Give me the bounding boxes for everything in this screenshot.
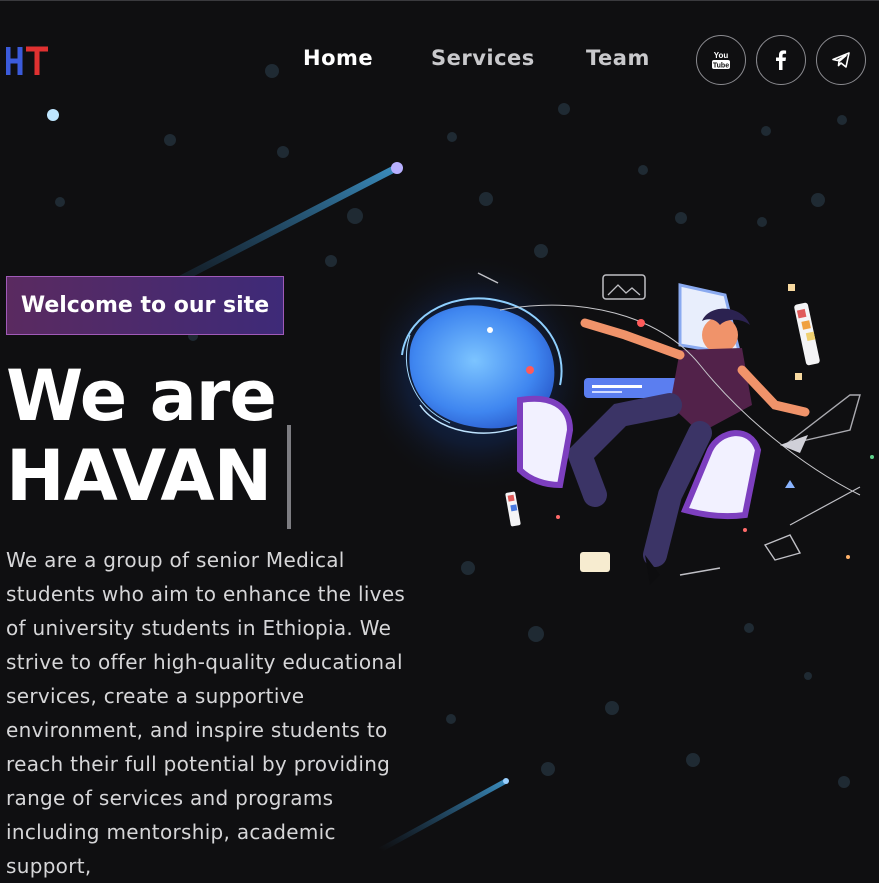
welcome-badge: Welcome to our site [6, 276, 284, 335]
typing-caret [287, 425, 291, 529]
main-nav: Home Services Team [0, 46, 879, 76]
hero-illustration [380, 255, 874, 585]
hero-description: We are a group of senior Medical student… [6, 548, 406, 878]
telegram-button[interactable] [816, 35, 866, 85]
telegram-icon [832, 52, 850, 68]
hero-title-line-1: We are [6, 355, 277, 437]
youtube-button[interactable]: You Tube [696, 35, 746, 85]
character-shirt [670, 348, 752, 433]
svg-text:Tube: Tube [713, 63, 729, 70]
hero-title-line-2: HAVAN [6, 435, 272, 517]
welcome-badge-text: Welcome to our site [20, 293, 270, 318]
youtube-icon: You Tube [712, 51, 730, 70]
facebook-button[interactable] [756, 35, 806, 85]
curved-sheet-left [517, 395, 574, 489]
image-frame-icon [602, 274, 646, 300]
hero-title: We are HAVAN [6, 356, 306, 516]
nav-services-link[interactable]: Services [431, 46, 535, 70]
nav-home-link[interactable]: Home [303, 46, 373, 70]
svg-text:You: You [714, 51, 729, 60]
facebook-icon [776, 50, 787, 70]
nav-team-link[interactable]: Team [586, 46, 650, 70]
